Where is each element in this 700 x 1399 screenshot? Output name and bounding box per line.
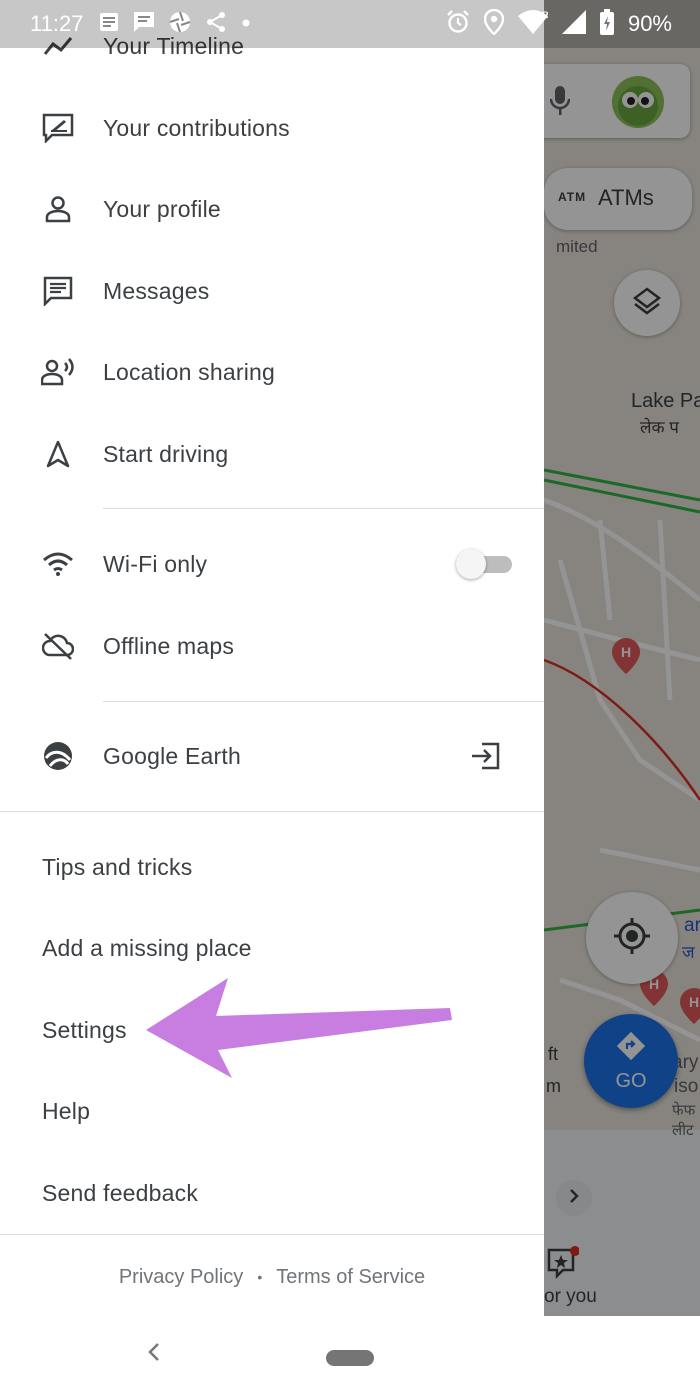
battery-percent: 90% [627, 11, 672, 36]
menu-item-settings[interactable]: Settings [0, 990, 544, 1070]
menu-item-start-driving[interactable]: Start driving [0, 414, 544, 494]
menu-item-help[interactable]: Help [0, 1071, 544, 1151]
menu-item-location-sharing[interactable]: Location sharing [0, 332, 544, 412]
status-bar: 11:27 R 90% [0, 0, 700, 48]
status-time: 11:27 [30, 11, 84, 36]
wifi-only-toggle[interactable] [456, 549, 512, 579]
menu-item-offline-maps[interactable]: Offline maps [0, 606, 544, 686]
menu-item-label: Help [42, 1097, 91, 1124]
toggle-thumb [456, 549, 486, 579]
menu-item-your-profile[interactable]: Your profile [0, 169, 544, 249]
location-sharing-icon [40, 354, 76, 390]
alarm-icon [446, 9, 470, 39]
menu-item-label: Settings [42, 1016, 127, 1043]
message-icon [40, 273, 76, 309]
divider [103, 701, 544, 702]
menu-item-add-missing-place[interactable]: Add a missing place [0, 908, 544, 988]
menu-item-label: Google Earth [103, 742, 241, 769]
battery-charging-icon [599, 8, 614, 40]
dot-icon [241, 15, 251, 33]
home-pill[interactable] [326, 1350, 374, 1366]
wifi-icon [40, 546, 76, 582]
open-external-icon[interactable] [470, 742, 500, 775]
menu-item-your-contributions[interactable]: Your contributions [0, 88, 544, 168]
menu-item-label: Add a missing place [42, 934, 252, 961]
menu-item-wifi-only[interactable]: Wi-Fi only [0, 524, 544, 604]
system-navigation-bar [0, 1316, 700, 1399]
menu-item-label: Location sharing [103, 358, 275, 385]
menu-item-label: Your profile [103, 195, 221, 222]
svg-text:R: R [542, 10, 548, 20]
cell-signal-icon [561, 9, 586, 39]
terms-of-service-link[interactable]: Terms of Service [276, 1266, 425, 1289]
message-icon [133, 11, 155, 38]
contributions-icon [40, 110, 76, 146]
menu-item-messages[interactable]: Messages [0, 251, 544, 331]
navigation-drawer: Your Timeline Your contributions Your pr… [0, 0, 544, 1316]
offline-cloud-icon [40, 628, 76, 664]
divider [0, 811, 544, 812]
aperture-icon [169, 11, 191, 38]
location-pin-icon [483, 8, 505, 40]
menu-item-label: Tips and tricks [42, 853, 193, 880]
menu-item-label: Wi-Fi only [103, 550, 208, 577]
google-earth-icon [40, 738, 76, 774]
menu-item-send-feedback[interactable]: Send feedback [0, 1153, 544, 1233]
menu-item-tips-and-tricks[interactable]: Tips and tricks [0, 827, 544, 907]
menu-item-google-earth[interactable]: Google Earth [0, 716, 544, 796]
footer-separator: • [257, 1269, 263, 1285]
navigation-arrow-icon [40, 436, 76, 472]
share-icon [205, 11, 227, 38]
menu-item-label: Messages [103, 277, 210, 304]
person-icon [40, 191, 76, 227]
wifi-icon: R [517, 9, 549, 39]
article-icon [99, 12, 119, 37]
divider [0, 1234, 544, 1235]
drawer-footer: Privacy Policy • Terms of Service [0, 1252, 544, 1302]
menu-item-label: Send feedback [42, 1179, 199, 1206]
privacy-policy-link[interactable]: Privacy Policy [119, 1266, 243, 1289]
divider [103, 508, 544, 509]
menu-item-label: Your contributions [103, 114, 290, 141]
menu-item-label: Offline maps [103, 632, 235, 659]
menu-item-label: Start driving [103, 440, 229, 467]
